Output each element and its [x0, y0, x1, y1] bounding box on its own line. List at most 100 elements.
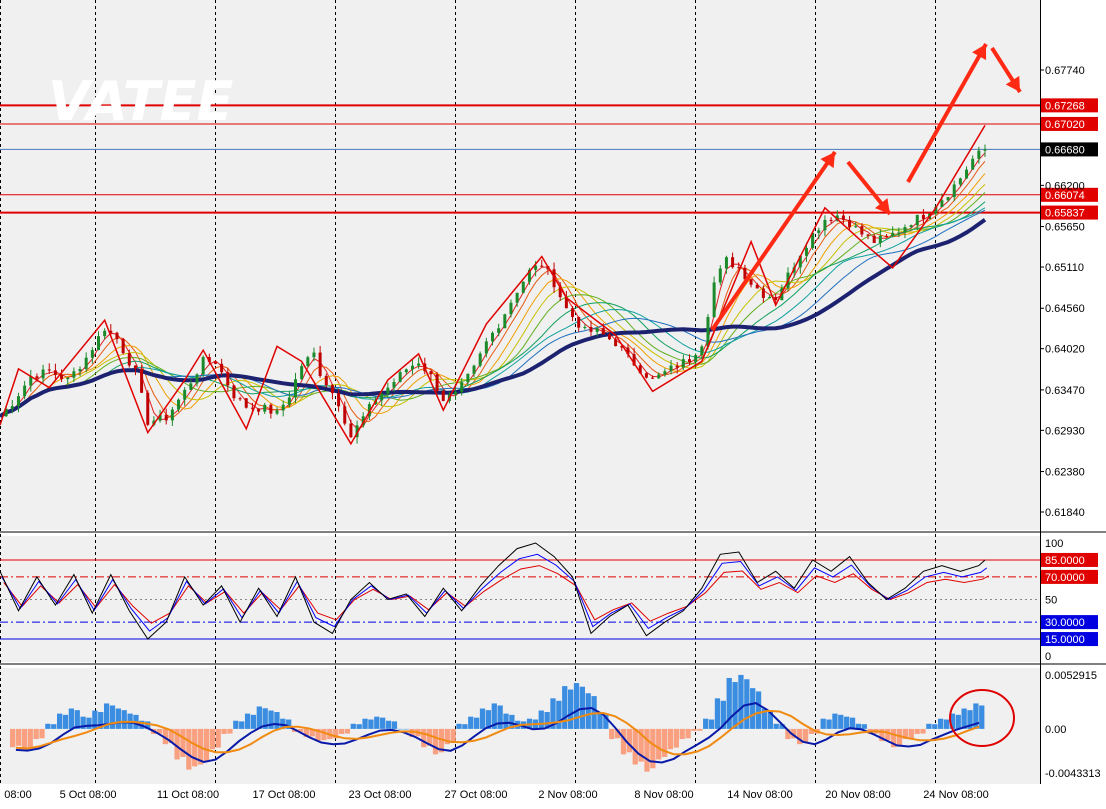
candle-body [848, 219, 852, 228]
macd-histogram-bar [538, 710, 544, 729]
price-level-label: 0.65837 [1045, 208, 1085, 220]
macd-histogram-bar [908, 728, 914, 739]
candle-body [35, 376, 39, 379]
macd-histogram-bar [227, 728, 233, 734]
time-axis-label: 24 Nov 08:00 [923, 789, 988, 801]
macd-tick-label: -0.0043313 [1045, 768, 1101, 780]
candle-body [644, 373, 648, 378]
macd-histogram-bar [703, 718, 709, 729]
candle-body [657, 374, 661, 379]
macd-histogram-bar [943, 719, 950, 729]
candle-body [595, 328, 599, 332]
candle-body [386, 387, 390, 394]
candle-body [324, 375, 328, 386]
macd-histogram-bar [697, 728, 703, 731]
candle-body [921, 214, 925, 220]
macd-histogram-bar [321, 728, 327, 741]
candle-body [915, 214, 919, 226]
macd-histogram-bar [350, 723, 356, 729]
candle-body [435, 374, 439, 391]
candle-body [53, 370, 57, 375]
macd-histogram-bar [62, 714, 69, 729]
macd-histogram-bar [673, 728, 679, 748]
macd-histogram-bar [497, 705, 503, 729]
macd-histogram-bar [474, 717, 480, 729]
macd-histogram-bar [380, 717, 386, 729]
candle-body [854, 226, 858, 228]
macd-histogram-bar [750, 688, 756, 729]
price-tick-label: 0.65110 [1045, 262, 1084, 274]
macd-histogram-bar [186, 728, 192, 770]
macd-histogram-bar [51, 724, 57, 729]
macd-histogram-bar [661, 728, 668, 757]
macd-histogram-bar [632, 728, 638, 765]
candle-body [398, 372, 402, 382]
price-tick-label: 0.67740 [1045, 65, 1085, 77]
oscillator-tick-label: 50 [1045, 595, 1057, 607]
candle-body [965, 169, 969, 179]
chart-canvas[interactable]: 0.672680.670200.666800.660740.6583785.00… [0, 0, 1106, 804]
candle-body [731, 257, 735, 268]
price-tick-label: 0.62380 [1045, 467, 1085, 479]
candle-body [885, 235, 888, 237]
candle-body [958, 178, 962, 185]
oscillator-level-label: 70.0000 [1045, 572, 1085, 584]
macd-histogram-bar [109, 705, 116, 729]
candle-body [121, 339, 125, 354]
candle-body [78, 368, 82, 372]
candle-body [60, 374, 64, 380]
candle-body [23, 385, 27, 397]
candle-body [577, 317, 581, 328]
macd-histogram-bar [56, 713, 63, 729]
macd-histogram-bar [838, 714, 844, 729]
candle-body [294, 379, 297, 398]
macd-histogram-bar [462, 724, 468, 729]
macd-histogram-bar [667, 728, 674, 750]
candle-body [749, 279, 753, 285]
macd-histogram-bar [233, 720, 239, 729]
candle-body [515, 292, 519, 303]
macd-histogram-bar [203, 728, 210, 762]
candle-body [257, 408, 261, 412]
trading-chart[interactable]: 0.67268 0.67020 0.66680 0.66074 0.65837 85.00… [0, 0, 1106, 804]
candle-body [841, 215, 845, 220]
macd-histogram-bar [344, 728, 351, 734]
candle-body [164, 414, 168, 421]
candle-body [909, 225, 913, 228]
candle-body [318, 352, 322, 376]
candle-body [201, 357, 205, 375]
candle-body [823, 219, 827, 231]
macd-histogram-bar [362, 718, 368, 729]
price-level-label: 0.67020 [1045, 119, 1085, 131]
candle-body [337, 393, 341, 407]
macd-histogram-bar [250, 714, 257, 729]
candle-body [66, 377, 70, 380]
time-axis-label: 5 Oct 08:00 [60, 789, 117, 801]
candle-body [312, 352, 316, 358]
oscillator-tick-label: 100 [1045, 538, 1063, 550]
macd-histogram-bar [691, 728, 697, 731]
candle-body [817, 230, 821, 233]
candle-body [860, 226, 864, 235]
candle-body [232, 385, 236, 399]
time-axis-label: 08:00 [4, 789, 32, 801]
macd-histogram-bar [421, 728, 427, 748]
candle-body [380, 393, 384, 401]
time-axis-label: 11 Oct 08:00 [157, 789, 219, 801]
price-tick-label: 0.65650 [1045, 222, 1085, 234]
time-axis-label: 27 Oct 08:00 [445, 789, 508, 801]
macd-histogram-bar [679, 728, 685, 740]
candle-body [47, 369, 51, 371]
macd-histogram-bar [403, 728, 409, 730]
candle-body [971, 158, 975, 170]
candle-body [429, 371, 433, 375]
candle-body [607, 334, 611, 340]
macd-histogram-bar [626, 728, 632, 753]
macd-histogram-bar [221, 728, 227, 734]
macd-histogram-bar [374, 716, 380, 729]
macd-histogram-bar [33, 728, 39, 740]
macd-histogram-bar [356, 724, 362, 729]
candle-body [146, 392, 150, 425]
macd-histogram-bar [556, 700, 562, 729]
candle-body [804, 247, 808, 256]
